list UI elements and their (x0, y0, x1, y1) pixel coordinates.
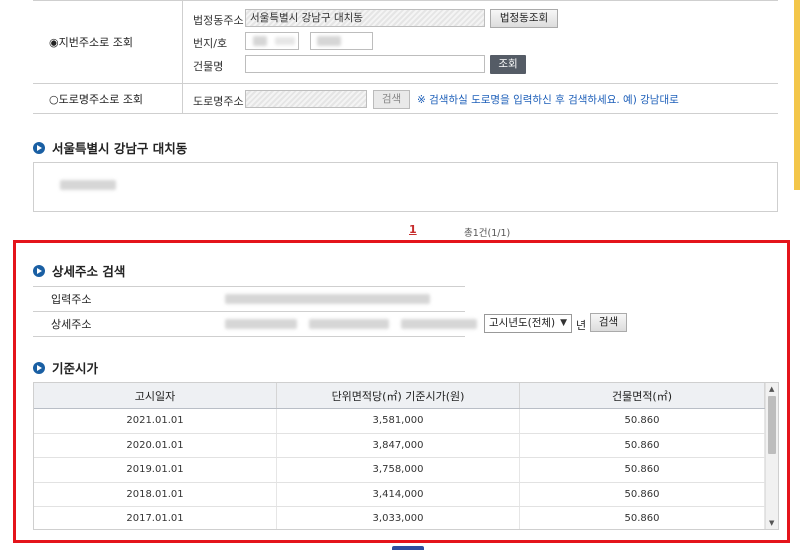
chevron-down-icon: ▼ (560, 318, 567, 328)
legal-dong-lookup-button[interactable]: 법정동조회 (490, 9, 558, 28)
redacted-detail-field[interactable] (309, 319, 389, 329)
road-fields: 도로명주소 검색 ※ 검색하실 도로명을 입력하신 후 검색하세요. 예) 강남… (183, 84, 778, 113)
redacted-lot-number (253, 36, 267, 46)
jibun-fields: 법정동주소 서울특별시 강남구 대치동 법정동조회 번지/호 건물명 조회 (183, 1, 778, 83)
bottom-button-edge[interactable] (392, 546, 424, 550)
year-select-value: 고시년도(전체) (489, 317, 556, 329)
section-bullet-icon (33, 361, 45, 374)
lookup-button[interactable]: 조회 (490, 55, 526, 74)
redacted-detail-field[interactable] (401, 319, 477, 329)
redacted-lot-number (275, 37, 295, 45)
redacted-result-item[interactable] (60, 180, 116, 190)
building-area-cell: 50.860 (520, 409, 765, 433)
notice-date-cell: 2018.01.01 (34, 482, 277, 506)
section-bullet-icon (33, 141, 45, 154)
detail-address-label: 상세주소 (51, 318, 92, 331)
notice-date-cell: 2019.01.01 (34, 458, 277, 482)
road-search-hint: ※ 검색하실 도로명을 입력하신 후 검색하세요. 예) 강남대로 (417, 94, 679, 106)
detail-title-text: 상세주소 검색 (52, 264, 126, 279)
address-search-form: ◉지번주소로 조회 법정동주소 서울특별시 강남구 대치동 법정동조회 번지/호… (33, 0, 778, 114)
input-address-label: 입력주소 (51, 293, 92, 306)
road-option-label[interactable]: ○도로명주소로 조회 (49, 91, 143, 107)
building-name-label: 건물명 (193, 60, 224, 73)
detail-search-button[interactable]: 검색 (590, 313, 627, 332)
lot-number-label: 번지/호 (193, 37, 228, 50)
year-suffix: 년 (576, 319, 587, 332)
table-scrollbar[interactable]: ▲ ▼ (765, 383, 778, 529)
road-search-row: ○도로명주소로 조회 도로명주소 검색 ※ 검색하실 도로명을 입력하신 후 검… (33, 84, 778, 114)
redacted-sub-number (317, 36, 341, 46)
result-list-box (33, 162, 778, 212)
notice-date-cell: 2021.01.01 (34, 409, 277, 433)
jibun-search-row: ◉지번주소로 조회 법정동주소 서울특별시 강남구 대치동 법정동조회 번지/호… (33, 1, 778, 84)
detail-address-table: 입력주소 상세주소 (33, 286, 477, 337)
notice-date-cell: 2017.01.01 (34, 507, 277, 529)
input-address-value (183, 287, 465, 311)
pagination-total: 총1건(1/1) (464, 228, 511, 239)
table-row: 2019.01.01 3,758,000 50.860 (34, 458, 778, 483)
legal-dong-label: 법정동주소 (193, 14, 244, 27)
table-row: 2020.01.01 3,847,000 50.860 (34, 433, 778, 458)
year-select[interactable]: 고시년도(전체) ▼ (484, 314, 572, 333)
table-row: 2018.01.01 3,414,000 50.860 (34, 482, 778, 507)
building-area-cell: 50.860 (520, 458, 765, 482)
jibun-option-label[interactable]: ◉지번주소로 조회 (49, 34, 133, 50)
price-section-title: 기준시가 (33, 358, 98, 377)
scroll-down-arrow-icon[interactable]: ▼ (769, 519, 774, 527)
road-address-input[interactable] (245, 90, 367, 108)
unit-price-cell: 3,847,000 (277, 433, 520, 457)
road-option[interactable]: ○도로명주소로 조회 (33, 84, 183, 113)
right-edge-accent (794, 0, 800, 190)
price-table-header: 고시일자 단위면적당(㎡) 기준시가(원) 건물면적(㎡) (34, 383, 778, 409)
building-area-cell: 50.860 (520, 433, 765, 457)
price-title-text: 기준시가 (52, 361, 99, 376)
unit-price-cell: 3,414,000 (277, 482, 520, 506)
road-search-button[interactable]: 검색 (373, 90, 410, 109)
notice-date-cell: 2020.01.01 (34, 433, 277, 457)
column-header: 고시일자 (34, 383, 277, 408)
table-row: 2021.01.01 3,581,000 50.860 (34, 409, 778, 434)
building-name-input[interactable] (245, 55, 485, 73)
unit-price-cell: 3,581,000 (277, 409, 520, 433)
redacted-detail-field[interactable] (225, 319, 297, 329)
section-bullet-icon (33, 264, 45, 277)
page-link-1[interactable]: 1 (409, 223, 417, 236)
result-title-text: 서울특별시 강남구 대치동 (52, 141, 188, 156)
input-address-row: 입력주소 (33, 287, 465, 312)
table-row: 2017.01.01 3,033,000 50.860 (34, 507, 778, 529)
redacted-input-address (225, 294, 430, 304)
unit-price-cell: 3,033,000 (277, 507, 520, 529)
road-address-label: 도로명주소 (193, 95, 244, 108)
result-section-title: 서울특별시 강남구 대치동 (33, 138, 187, 157)
scroll-up-arrow-icon[interactable]: ▲ (769, 385, 774, 393)
scrollbar-thumb[interactable] (768, 396, 776, 454)
building-area-cell: 50.860 (520, 482, 765, 506)
detail-address-row: 상세주소 (33, 312, 477, 337)
detail-address-value (183, 312, 477, 336)
price-table[interactable]: 고시일자 단위면적당(㎡) 기준시가(원) 건물면적(㎡) 2021.01.01… (33, 382, 779, 530)
jibun-option[interactable]: ◉지번주소로 조회 (33, 1, 183, 83)
unit-price-cell: 3,758,000 (277, 458, 520, 482)
detail-section-title: 상세주소 검색 (33, 261, 125, 280)
building-area-cell: 50.860 (520, 507, 765, 529)
legal-dong-input[interactable]: 서울특별시 강남구 대치동 (245, 9, 485, 27)
column-header: 건물면적(㎡) (520, 383, 765, 408)
column-header: 단위면적당(㎡) 기준시가(원) (277, 383, 520, 408)
